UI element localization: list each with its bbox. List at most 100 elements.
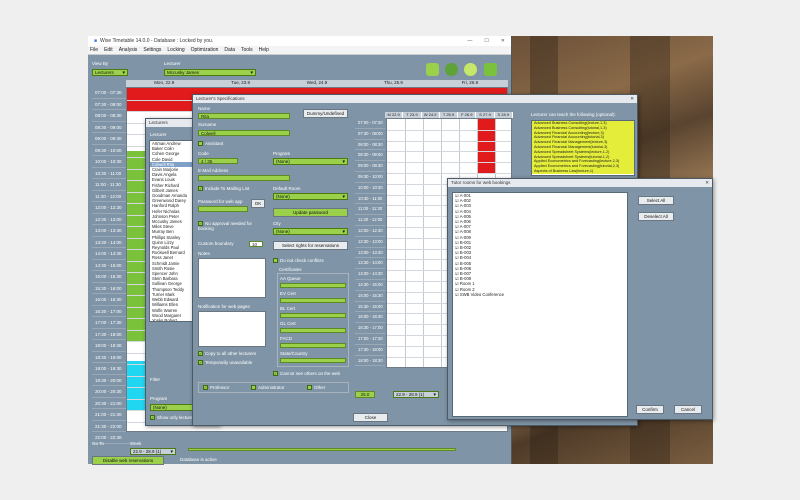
noconflict-checkbox[interactable]: Do not check conflicts (273, 258, 324, 264)
cert-aa-field[interactable] (280, 283, 346, 288)
email-field[interactable] (198, 175, 290, 181)
day-thu: Thu, 25.9 (383, 80, 403, 85)
menu-file[interactable]: File (90, 47, 98, 53)
can-teach-item[interactable]: Aspects of Business Law(lecture,1) (532, 168, 634, 174)
default-room-select[interactable]: (None) (273, 193, 348, 200)
time-slot: 13:30 - 14:00 (92, 237, 130, 248)
copy-checkbox[interactable]: ✓ Copy to all other lecturers (198, 351, 256, 357)
time-slot: 11:00 - 11:30 (92, 179, 130, 191)
week-select[interactable]: 22.9 - 28.9 (1) (130, 448, 176, 455)
day-header: Mon, 22.9 Tue, 23.9 Wed, 24.9 Thu, 25.9 … (126, 80, 508, 87)
certificates-group: AA Queue EV Cert BL Cert GL Cert FACD St… (277, 273, 349, 367)
cert-state-field[interactable] (280, 358, 346, 363)
mini-time-slot: 16:00 - 16:30 (355, 312, 385, 324)
administrator-checkbox[interactable]: Administrator (251, 385, 285, 391)
update-password-button[interactable]: Update password (273, 208, 348, 217)
app-icon: ■ (94, 38, 98, 44)
confirm-button[interactable]: Confirm (636, 405, 664, 414)
email-label: E-Mail Address (198, 168, 229, 173)
cert-state-label: State/Country (280, 351, 308, 356)
notification-textarea[interactable] (198, 311, 266, 347)
room-list[interactable]: ☑ A-001 ☑ A-002 ☑ A-003 ☑ A-004 ☑ A-005 ☑ A-0… (452, 192, 628, 417)
cert-facd-field[interactable] (280, 343, 346, 348)
pen-icon[interactable] (426, 63, 439, 76)
time-slot: 20:00 - 20:30 (92, 386, 130, 398)
spec-program-select[interactable]: (None) (273, 158, 348, 165)
menu-tools[interactable]: Tools (241, 47, 253, 53)
tutor-close-icon[interactable]: ✕ (705, 179, 709, 187)
can-teach-list[interactable]: Advanced Business Consulting(lecture,1,3… (531, 120, 635, 176)
deselect-all-button[interactable]: Deselect All (638, 212, 674, 221)
unavailable-block[interactable] (477, 119, 495, 173)
dummy-button[interactable]: Dummy/Undefined (303, 109, 348, 118)
menu-help[interactable]: Help (259, 47, 269, 53)
cert-gl-field[interactable] (280, 328, 346, 333)
can-teach-label: Lecturer can teach the following (option… (531, 112, 616, 117)
grid-line (387, 162, 511, 164)
other-checkbox[interactable]: Other (307, 385, 325, 391)
grid-line (387, 129, 511, 131)
mini-time-slot: 12:30 - 13:00 (355, 237, 385, 248)
count-field[interactable]: 25.0 (355, 391, 375, 398)
custom-boundary-field[interactable]: 10 (249, 241, 263, 247)
lecturer-select[interactable]: Mccusky James (164, 69, 256, 76)
notification-label: Notification for web pages (198, 304, 250, 309)
city-label: City (273, 221, 281, 226)
notes-textarea[interactable] (198, 258, 266, 298)
maximize-icon[interactable]: ☐ (484, 38, 488, 44)
time-slot: 15:00 - 15:30 (92, 271, 130, 283)
mini-time-slot: 09:30 - 10:00 (355, 172, 385, 183)
spec-dialog-title: Lecturer's Specifications ✕ (193, 95, 637, 103)
menu-settings[interactable]: Settings (143, 47, 161, 53)
tutor-dialog-title: Tutor rooms for web bookings ✕ (448, 179, 712, 187)
mini-time-slot: 12:00 - 12:30 (355, 226, 385, 237)
select-rights-button[interactable]: Select rights for reservations (273, 241, 348, 250)
save-icon[interactable] (484, 63, 497, 76)
time-slot: 21:00 - 21:30 (92, 409, 130, 421)
menu-edit[interactable]: Edit (104, 47, 113, 53)
city-select[interactable]: (None) (273, 228, 348, 235)
mini-time-slot: 10:30 - 11:00 (355, 194, 385, 205)
close-button[interactable]: Close (353, 413, 388, 422)
surname-field[interactable]: Colwell (198, 130, 290, 136)
assistant-checkbox[interactable]: Assistant (198, 141, 223, 147)
time-slot: 20:30 - 21:00 (92, 398, 130, 409)
mini-time-slot: 09:00 - 09:30 (355, 161, 385, 172)
cert-ev-field[interactable] (280, 298, 346, 303)
cyan-block[interactable] (127, 361, 145, 411)
cancel-button[interactable]: Cancel (674, 405, 702, 414)
menu-data[interactable]: Data (224, 47, 235, 53)
select-all-button[interactable]: Select All (638, 196, 674, 205)
week-slider[interactable] (188, 448, 456, 451)
professor-checkbox[interactable]: ✓ Professor (203, 385, 229, 391)
password-field[interactable] (198, 206, 248, 212)
mini-time-slot: 17:30 - 18:00 (355, 345, 385, 356)
spec-week-select[interactable]: 22.9 - 28.9 (1) (393, 391, 439, 398)
temp-unavailable-checkbox[interactable]: ✓ Temporarily unavailable (198, 360, 252, 366)
name-field[interactable]: Rita (198, 113, 290, 119)
time-slot: 19:00 - 19:30 (92, 363, 130, 375)
time-slot: 07:00 - 07:30 (92, 87, 130, 99)
code-label: Code (198, 151, 209, 156)
spec-close-icon[interactable]: ✕ (630, 95, 634, 103)
time-slot: 16:00 - 16:30 (92, 294, 130, 306)
settings-icon[interactable] (445, 63, 458, 76)
mini-time-slot: 14:00 - 14:30 (355, 269, 385, 280)
search-icon[interactable] (464, 63, 477, 76)
minimize-icon[interactable]: — (467, 38, 472, 44)
close-icon[interactable]: ✕ (501, 38, 505, 44)
program-label: Program (150, 396, 168, 401)
cannot-see-checkbox[interactable]: ✓ Cannot see others on the web (273, 371, 340, 377)
cert-facd-label: FACD (280, 336, 293, 341)
mailing-checkbox[interactable]: ✓ Include To Mailing List (198, 186, 249, 192)
room-item[interactable]: ☑ SWB Video Conference (453, 292, 627, 297)
menu-optimization[interactable]: Optimization (191, 47, 219, 53)
disable-web-button[interactable]: Disable web reservations (92, 456, 164, 465)
menu-locking[interactable]: Locking (167, 47, 184, 53)
menu-analysis[interactable]: Analysis (119, 47, 138, 53)
cert-bl-field[interactable] (280, 313, 346, 318)
approval-checkbox[interactable]: ✓ No approval needed for booking (198, 221, 268, 231)
view-by-select[interactable]: Lecturers (92, 69, 128, 76)
code-field[interactable]: 4 / 35 (198, 158, 238, 164)
password-ok-button[interactable]: OK (251, 199, 265, 208)
